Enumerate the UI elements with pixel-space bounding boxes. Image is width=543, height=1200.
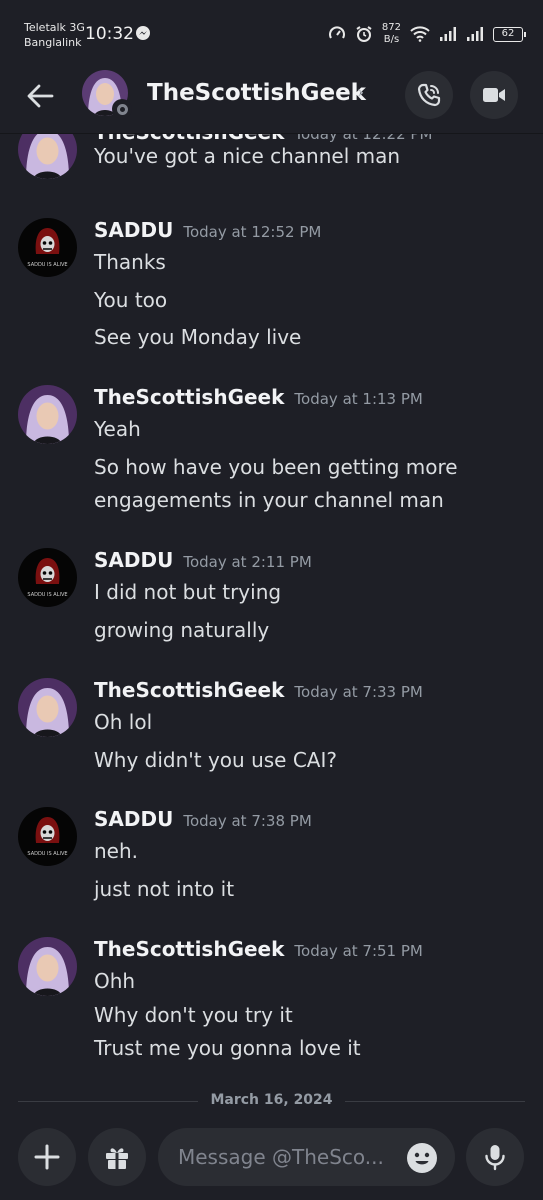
- author-name[interactable]: TheScottishGeek: [94, 385, 284, 409]
- message-timestamp: Today at 1:13 PM: [294, 390, 423, 408]
- add-attachment-button[interactable]: [18, 1128, 76, 1186]
- net-speed-value: 872: [381, 22, 401, 33]
- avatar-caption: SADDU IS ALIVE: [27, 262, 67, 268]
- message-text: You've got a nice channel man: [94, 144, 401, 168]
- message-author[interactable]: TheScottishGeek Today at 7:33 PM: [94, 678, 423, 702]
- message-timestamp: Today at 7:51 PM: [294, 942, 423, 960]
- phone-icon: [417, 83, 441, 107]
- message-author[interactable]: TheScottishGeek Today at 1:13 PM: [94, 385, 423, 409]
- author-name[interactable]: SADDU: [94, 218, 173, 242]
- message-timestamp: Today at 12:52 PM: [183, 223, 322, 241]
- clock: 10:32: [85, 24, 134, 44]
- message-author[interactable]: TheScottishGeek Today at 7:51 PM: [94, 937, 423, 961]
- net-speed-unit: B/s: [383, 34, 400, 45]
- network-speed: 872 B/s: [382, 22, 401, 46]
- microphone-icon: [485, 1145, 505, 1171]
- avatar-caption: SADDU IS ALIVE: [27, 592, 67, 598]
- battery-indicator: 62: [493, 26, 526, 42]
- message-text: I did not but trying: [94, 580, 282, 604]
- message-timestamp: Today at 12:22 PM: [294, 134, 433, 143]
- message-text: Why didn't you use CAI?: [94, 748, 337, 772]
- message-text: So how have you been getting more: [94, 455, 458, 479]
- user-avatar[interactable]: SADDU IS ALIVE: [18, 548, 77, 607]
- message-author[interactable]: SADDU Today at 2:11 PM: [94, 548, 312, 572]
- message-composer: [0, 1114, 543, 1200]
- avatar-caption: SADDU IS ALIVE: [27, 851, 67, 857]
- message-text: Oh lol: [94, 710, 153, 734]
- date-divider: March 16, 2024: [18, 1092, 525, 1112]
- status-bar: Teletalk 3G Banglalink 10:32 872 B/s 62: [0, 0, 543, 58]
- message-text: See you Monday live: [94, 325, 302, 349]
- gift-button[interactable]: [88, 1128, 146, 1186]
- user-avatar[interactable]: [18, 678, 77, 737]
- voice-call-button[interactable]: [405, 71, 453, 119]
- conversation-header: TheScottishGeek ›: [0, 58, 543, 134]
- message-timestamp: Today at 7:33 PM: [294, 683, 423, 701]
- date-label: March 16, 2024: [210, 1092, 333, 1108]
- author-name[interactable]: TheScottishGeek: [94, 937, 284, 961]
- message-text: engagements in your channel man: [94, 488, 444, 512]
- user-avatar[interactable]: SADDU IS ALIVE: [18, 218, 77, 277]
- plus-icon: [34, 1144, 60, 1170]
- message-author[interactable]: SADDU Today at 7:38 PM: [94, 807, 312, 831]
- user-avatar[interactable]: SADDU IS ALIVE: [18, 807, 77, 866]
- user-avatar[interactable]: [18, 937, 77, 996]
- message-text: Why don't you try it: [94, 1003, 293, 1027]
- gift-icon: [106, 1148, 128, 1169]
- message-author[interactable]: SADDU Today at 12:52 PM: [94, 218, 321, 242]
- user-avatar[interactable]: [18, 134, 77, 179]
- carrier-info: Teletalk 3G Banglalink: [24, 20, 85, 50]
- signal-icon-1: [440, 27, 456, 41]
- alarm-icon: [356, 26, 372, 42]
- author-name[interactable]: TheScottishGeek: [94, 678, 284, 702]
- signal-icon-2: [467, 27, 483, 41]
- messenger-icon: [136, 26, 150, 40]
- voice-message-button[interactable]: [466, 1128, 524, 1186]
- author-name[interactable]: TheScottishGeek: [94, 134, 284, 144]
- video-camera-icon: [483, 88, 505, 102]
- header-username[interactable]: TheScottishGeek: [147, 80, 366, 106]
- user-avatar[interactable]: [18, 385, 77, 444]
- video-call-button[interactable]: [470, 71, 518, 119]
- message-timestamp: Today at 2:11 PM: [183, 553, 312, 571]
- message-author[interactable]: TheScottishGeek Today at 12:22 PM: [94, 134, 432, 144]
- message-text: just not into it: [94, 877, 235, 901]
- message-timestamp: Today at 7:38 PM: [183, 812, 312, 830]
- message-text: Ohh: [94, 969, 136, 993]
- author-name[interactable]: SADDU: [94, 548, 173, 572]
- data-saver-icon: [328, 26, 345, 39]
- back-arrow-icon[interactable]: [24, 80, 56, 112]
- wifi-icon: [410, 26, 430, 42]
- carrier-1: Teletalk 3G: [24, 21, 85, 34]
- emoji-icon[interactable]: [406, 1142, 438, 1174]
- message-list[interactable]: TheScottishGeek Today at 12:22 PM You've …: [0, 134, 543, 1114]
- message-text: You too: [94, 288, 168, 312]
- message-text: Thanks: [94, 250, 166, 274]
- system-indicators: 872 B/s 62: [328, 20, 526, 48]
- message-text: growing naturally: [94, 618, 270, 642]
- message-text: Trust me you gonna love it: [94, 1036, 361, 1060]
- carrier-2: Banglalink: [24, 36, 82, 49]
- message-text: neh.: [94, 839, 139, 863]
- message-text: Yeah: [94, 417, 141, 441]
- author-name[interactable]: SADDU: [94, 807, 173, 831]
- chevron-right-icon[interactable]: ›: [357, 82, 364, 103]
- offline-status-icon: [112, 99, 132, 119]
